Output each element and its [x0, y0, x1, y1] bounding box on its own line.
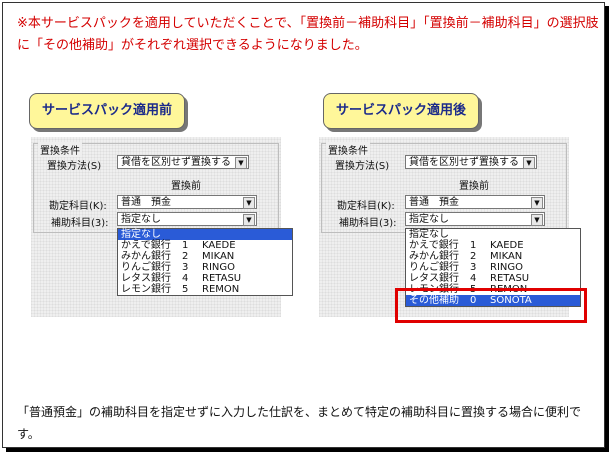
- column-header: 置換前: [459, 181, 489, 192]
- method-value: 貸借を区別せず置換する: [121, 157, 231, 168]
- account-label: 勘定科目(K):: [49, 201, 107, 212]
- sub-account-value: 指定なし: [409, 214, 449, 225]
- dropdown-option[interactable]: りんご銀行 3 RINGO: [118, 262, 292, 273]
- option-name: みかん銀行: [121, 251, 171, 262]
- account-select[interactable]: 普通 預金 ▼: [405, 195, 545, 209]
- dropdown-option[interactable]: 指定なし: [406, 229, 580, 240]
- option-code: 4: [470, 273, 477, 284]
- highlight-box: [395, 288, 587, 323]
- option-code: 3: [182, 262, 189, 273]
- method-select[interactable]: 貸借を区別せず置換する ▼: [405, 155, 537, 169]
- after-tag: サービスパック適用後: [323, 93, 480, 129]
- option-kana: MIKAN: [490, 251, 523, 262]
- account-select[interactable]: 普通 預金 ▼: [117, 195, 257, 209]
- dropdown-option[interactable]: レタス銀行 4 RETASU: [118, 273, 292, 284]
- option-name: 指定なし: [121, 229, 161, 240]
- option-code: 2: [182, 251, 189, 262]
- chevron-down-icon[interactable]: ▼: [531, 197, 543, 209]
- column-header: 置換前: [171, 181, 201, 192]
- dropdown-option[interactable]: 指定なし: [118, 229, 292, 240]
- dropdown-option[interactable]: りんご銀行 3 RINGO: [406, 262, 580, 273]
- dropdown-option[interactable]: レタス銀行 4 RETASU: [406, 273, 580, 284]
- option-code: 4: [182, 273, 189, 284]
- option-name: かえで銀行: [121, 240, 171, 251]
- sub-account-dropdown: 指定なし かえで銀行 1 KAEDE みかん銀行 2 MIKAN りんご銀行 3 RINGO レタス…: [117, 228, 293, 296]
- before-panel: 置換条件 置換方法(S) 貸借を区別せず置換する ▼ 置換前 勘定科目(K): …: [31, 137, 293, 317]
- chevron-down-icon[interactable]: ▼: [531, 214, 543, 226]
- option-kana: MIKAN: [202, 251, 235, 262]
- sub-account-value: 指定なし: [121, 214, 161, 225]
- option-kana: RINGO: [202, 262, 235, 273]
- option-name: 指定なし: [409, 229, 449, 240]
- content-frame: ※本サービスパックを適用していただくことで、「置換前－補助科目」「置換前－補助科…: [2, 2, 605, 448]
- option-name: りんご銀行: [121, 262, 171, 273]
- option-code: 3: [470, 262, 477, 273]
- option-code: 2: [470, 251, 477, 262]
- option-name: みかん銀行: [409, 251, 459, 262]
- option-kana: RETASU: [202, 273, 242, 284]
- account-value: 普通 預金: [409, 197, 459, 208]
- sub-account-label: 補助科目(3):: [339, 218, 397, 229]
- account-label: 勘定科目(K):: [337, 201, 395, 212]
- option-kana: KAEDE: [490, 240, 524, 251]
- chevron-down-icon[interactable]: ▼: [243, 197, 255, 209]
- method-value: 貸借を区別せず置換する: [409, 157, 519, 168]
- dropdown-option[interactable]: みかん銀行 2 MIKAN: [406, 251, 580, 262]
- method-label: 置換方法(S): [335, 161, 390, 172]
- option-name: レタス銀行: [409, 273, 459, 284]
- option-kana: REMON: [202, 284, 240, 295]
- sub-account-label: 補助科目(3):: [51, 218, 109, 229]
- chevron-down-icon[interactable]: ▼: [235, 157, 247, 169]
- option-name: レタス銀行: [121, 273, 171, 284]
- dropdown-option[interactable]: みかん銀行 2 MIKAN: [118, 251, 292, 262]
- option-code: 1: [182, 240, 189, 251]
- method-label: 置換方法(S): [47, 161, 102, 172]
- dropdown-option[interactable]: かえで銀行 1 KAEDE: [118, 240, 292, 251]
- sub-account-select[interactable]: 指定なし ▼: [405, 212, 545, 226]
- chevron-down-icon[interactable]: ▼: [243, 214, 255, 226]
- option-kana: RETASU: [490, 273, 530, 284]
- account-value: 普通 預金: [121, 197, 171, 208]
- update-note: ※本サービスパックを適用していただくことで、「置換前－補助科目」「置換前－補助科…: [17, 16, 599, 53]
- dropdown-option[interactable]: かえで銀行 1 KAEDE: [406, 240, 580, 251]
- option-name: りんご銀行: [409, 262, 459, 273]
- group-title: 置換条件: [38, 142, 82, 157]
- group-title: 置換条件: [326, 142, 370, 157]
- option-code: 5: [182, 284, 189, 295]
- option-kana: RINGO: [490, 262, 523, 273]
- option-name: レモン銀行: [121, 284, 171, 295]
- chevron-down-icon[interactable]: ▼: [523, 157, 535, 169]
- before-tag: サービスパック適用前: [29, 93, 186, 129]
- option-kana: KAEDE: [202, 240, 236, 251]
- option-name: かえで銀行: [409, 240, 459, 251]
- option-code: 1: [470, 240, 477, 251]
- sub-account-select[interactable]: 指定なし ▼: [117, 212, 257, 226]
- method-select[interactable]: 貸借を区別せず置換する ▼: [117, 155, 249, 169]
- bottom-note: 「普通預金」の補助科目を指定せずに入力した仕訳を、まとめて特定の補助科目に置換す…: [17, 405, 582, 441]
- dropdown-option[interactable]: レモン銀行 5 REMON: [118, 284, 292, 295]
